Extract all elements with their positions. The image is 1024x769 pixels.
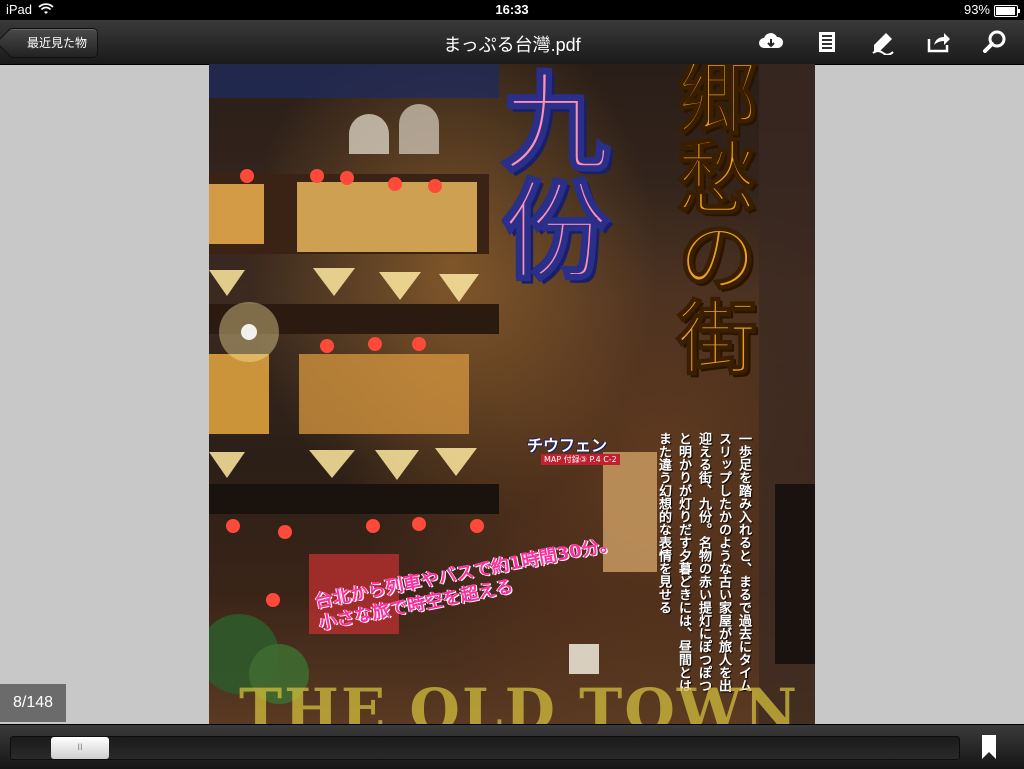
top-toolbar: 最近見た物 まっぷる台灣.pdf [0,20,1024,65]
share-icon[interactable] [926,29,952,55]
status-bar: iPad 16:33 93% [0,0,1024,20]
page-map-ref: MAP 付録③ P.4 C-2 [541,454,620,465]
battery-icon [994,5,1020,17]
page-watermark: THE OLD TOWN [239,676,799,724]
table-of-contents-icon[interactable] [814,29,840,55]
page-big-title: 九份 [483,65,611,284]
search-icon[interactable] [982,29,1008,55]
page-reading: チウフェン [527,436,608,455]
page-indicator: 8/148 [0,684,66,722]
page-scrubber[interactable]: II [10,736,960,760]
bookmark-icon[interactable] [982,735,996,759]
annotate-icon[interactable] [870,29,896,55]
battery-percent: 93% [963,2,990,17]
clock: 16:33 [495,2,529,17]
cloud-download-icon[interactable] [758,29,784,55]
page-body-text: 一歩足を踏み入れると、まるで過去にタイムスリップしたかのような古い家屋が旅人を出… [656,432,751,692]
page-sub-title: 郷愁の街 [663,64,758,377]
pdf-page[interactable]: 九份 郷愁の街 チウフェン MAP 付録③ P.4 C-2 一歩足を踏み入れると… [209,64,815,724]
scrubber-thumb[interactable]: II [51,737,109,759]
bottom-toolbar: II [0,724,1024,769]
